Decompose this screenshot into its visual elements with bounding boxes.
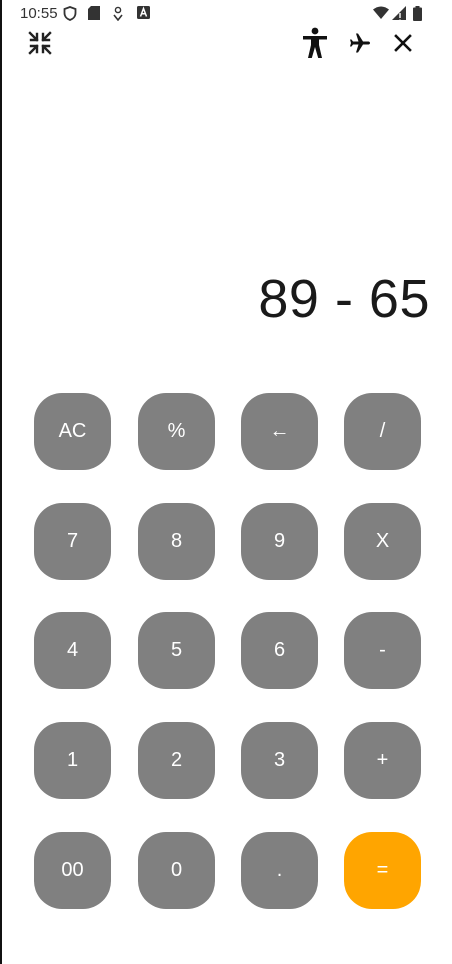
status-bar: 10:55 [0,0,452,26]
digit-3-label: 3 [273,749,286,771]
shield-icon [63,6,77,26]
divide-button[interactable]: / [344,393,421,470]
percent-label: % [167,420,186,442]
accessibility-icon[interactable] [300,27,330,58]
equals-button[interactable]: = [344,832,421,909]
subtract-button[interactable]: - [344,612,421,689]
digit-0-button[interactable]: 0 [138,832,215,909]
expression-display: 89 - 65 [258,269,430,329]
multiply-button[interactable]: X [344,503,421,580]
add-label: + [376,749,389,771]
digit-9-label: 9 [273,530,286,552]
equals-label: = [376,859,389,881]
subtract-label: - [379,639,386,661]
sd-card-icon [88,6,100,25]
digit-1-button[interactable]: 1 [34,722,111,799]
digit-5-button[interactable]: 5 [138,612,215,689]
wifi-icon [373,6,389,24]
backspace-label: ← [269,420,290,442]
multiply-label: X [375,530,390,552]
double-zero-label: 00 [61,859,84,881]
double-zero-button[interactable]: 00 [34,832,111,909]
divide-label: / [379,420,386,442]
digit-0-label: 0 [170,859,183,881]
decimal-button[interactable]: . [241,832,318,909]
backspace-button[interactable]: ← [241,393,318,470]
digit-4-label: 4 [66,639,79,661]
location-pin-icon [112,6,124,26]
digit-1-label: 1 [66,749,79,771]
digit-8-label: 8 [170,530,183,552]
airplane-icon[interactable] [343,28,377,58]
digit-6-label: 6 [273,639,286,661]
digit-2-label: 2 [170,749,183,771]
clear-button[interactable]: AC [34,393,111,470]
status-time: 10:55 [20,5,58,22]
clear-label: AC [58,420,87,442]
decimal-label: . [276,859,283,881]
digit-5-label: 5 [170,639,183,661]
digit-9-button[interactable]: 9 [241,503,318,580]
percent-button[interactable]: % [138,393,215,470]
window-edge [0,0,2,964]
close-icon[interactable] [388,28,418,58]
digit-7-button[interactable]: 7 [34,503,111,580]
digit-6-button[interactable]: 6 [241,612,318,689]
digit-8-button[interactable]: 8 [138,503,215,580]
digit-2-button[interactable]: 2 [138,722,215,799]
digit-7-label: 7 [66,530,79,552]
a-badge-icon [137,6,150,24]
digit-3-button[interactable]: 3 [241,722,318,799]
signal-icon [392,6,406,25]
add-button[interactable]: + [344,722,421,799]
digit-4-button[interactable]: 4 [34,612,111,689]
battery-icon [413,6,422,26]
collapse-icon[interactable] [25,28,55,58]
